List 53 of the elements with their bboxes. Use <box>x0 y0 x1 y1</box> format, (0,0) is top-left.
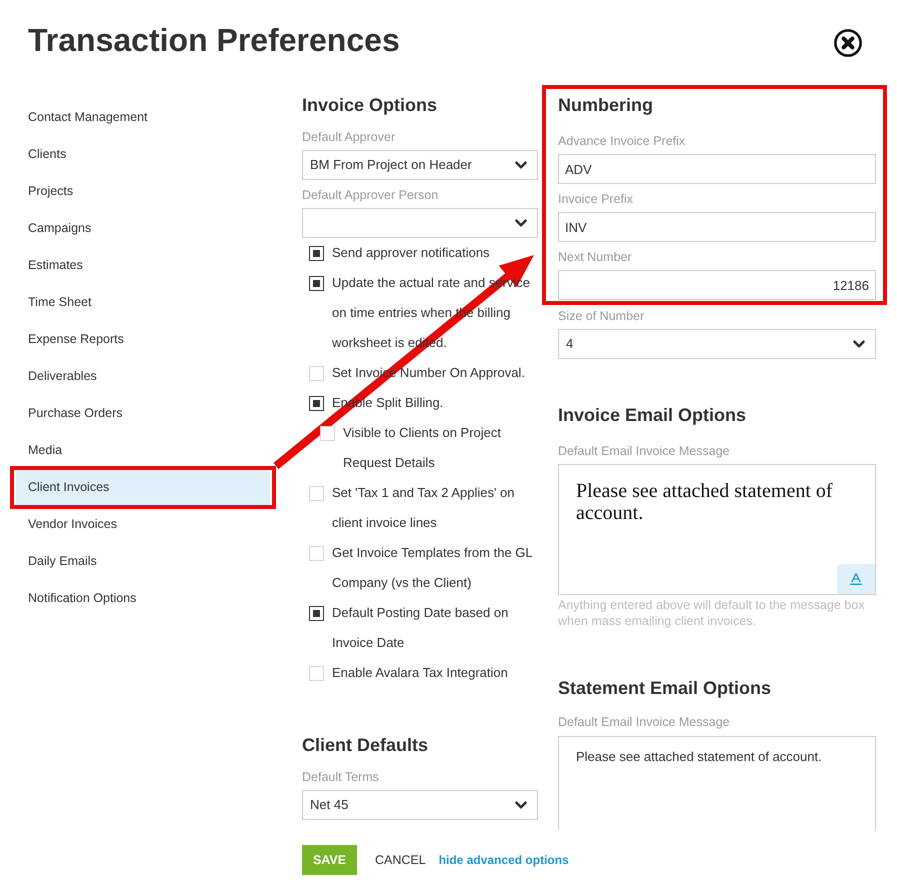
sidebar-item[interactable]: Campaigns <box>16 210 270 247</box>
dropdown[interactable]: 4 <box>558 329 876 359</box>
field-label: Advance Invoice Prefix <box>558 133 686 150</box>
field-label: Next Number <box>558 249 633 266</box>
sidebar-item[interactable]: Vendor Invoices <box>16 506 270 543</box>
section-heading: Statement Email Options <box>558 677 772 700</box>
checkbox[interactable] <box>309 396 324 410</box>
dropdown[interactable]: BM From Project on Header <box>302 150 538 180</box>
sidebar-item[interactable]: Deliverables <box>16 358 270 395</box>
sidebar-item[interactable]: Projects <box>16 173 270 210</box>
field-label: Invoice Prefix <box>558 191 634 208</box>
text-field[interactable]: ADV <box>558 154 876 184</box>
checkbox-label: Enable Avalara Tax Integration <box>332 664 509 682</box>
checkbox-label: Visible to Clients on Project Request Details <box>343 424 502 472</box>
checkbox-label: Send approver notifications <box>332 244 491 262</box>
sidebar-item[interactable]: Client Invoices <box>16 469 270 506</box>
field-label: Size of Number <box>558 308 646 325</box>
dropdown[interactable]: Net 45 <box>302 790 538 820</box>
format-button[interactable] <box>837 564 875 594</box>
sidebar-item[interactable]: Purchase Orders <box>16 395 270 432</box>
underlined-letter-icon <box>848 571 864 587</box>
checkbox-label: Default Posting Date based on Invoice Date <box>332 604 510 652</box>
text-field[interactable]: INV <box>558 212 876 242</box>
sidebar-item[interactable]: Estimates <box>16 247 270 284</box>
close-icon <box>834 29 862 57</box>
message-field[interactable]: Please see attached statement of account. <box>558 736 876 830</box>
window-title: Transaction Preferences <box>28 21 400 59</box>
sidebar-item[interactable]: Contact Management <box>16 99 270 136</box>
section-heading: Client Defaults <box>302 734 430 757</box>
field-label: Default Approver Person <box>302 187 440 204</box>
sidebar-item[interactable]: Daily Emails <box>16 543 270 580</box>
checkbox[interactable] <box>309 246 324 260</box>
section-heading: Invoice Email Options <box>558 404 748 427</box>
field-label: Default Approver <box>302 129 396 146</box>
checkbox[interactable] <box>309 276 324 290</box>
sidebar-item[interactable]: Media <box>16 432 270 469</box>
message-field[interactable]: Please see attached statement of account. <box>558 464 876 595</box>
field-label: Default Terms <box>302 769 380 786</box>
cancel-button[interactable]: CANCEL <box>375 850 426 870</box>
sidebar-item[interactable]: Notification Options <box>16 580 270 617</box>
close-button[interactable] <box>834 29 862 57</box>
checkbox[interactable] <box>309 606 324 620</box>
section-heading: Invoice Options <box>302 94 438 117</box>
number-field[interactable]: 12186 <box>558 270 876 300</box>
checkbox-label: Set 'Tax 1 and Tax 2 Applies' on client invoice lines <box>332 484 516 532</box>
checkbox-label: Get Invoice Templates from the GL Company (vs the Client) <box>332 544 534 592</box>
sidebar-item[interactable]: Clients <box>16 136 270 173</box>
field-label: Default Email Invoice Message <box>558 443 731 460</box>
sidebar-item[interactable]: Expense Reports <box>16 321 270 358</box>
hint-text: Anything entered above will default to the message box when mass emailing client invoices. <box>558 597 866 629</box>
section-heading: Numbering <box>558 94 654 117</box>
sidebar-item[interactable]: Time Sheet <box>16 284 270 321</box>
field-label: Default Email Invoice Message <box>558 714 731 731</box>
